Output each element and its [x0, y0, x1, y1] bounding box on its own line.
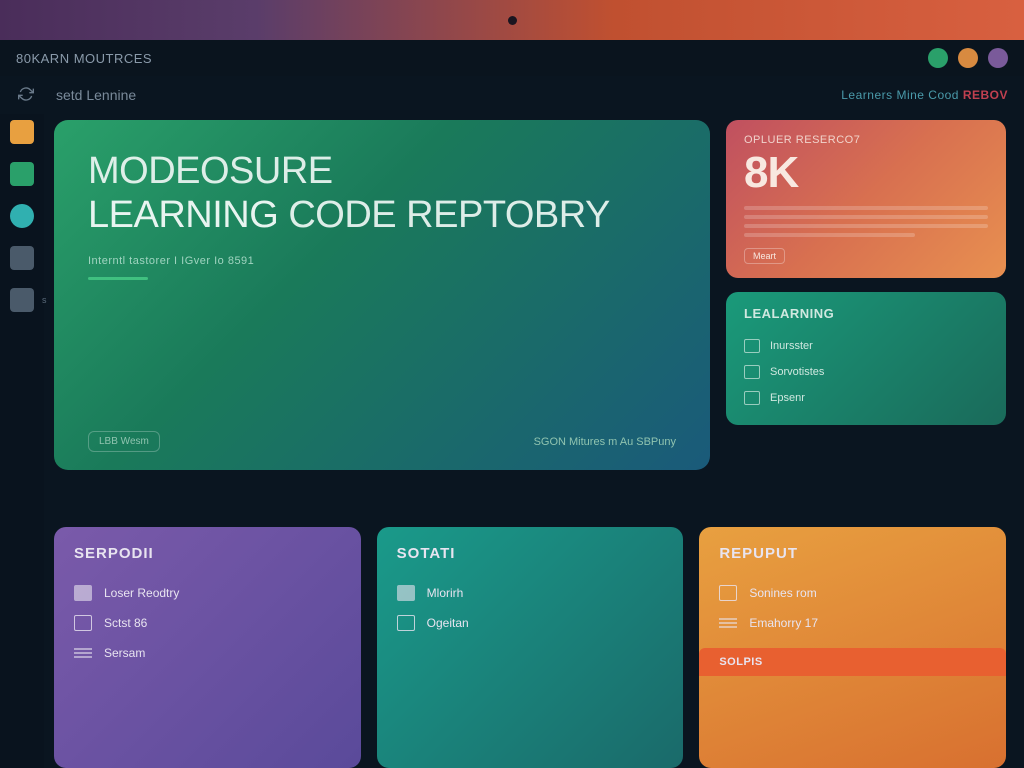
- panel-learning[interactable]: Lealarning Inursster Sorvotistes Epsenr: [726, 292, 1006, 425]
- folder-icon: [74, 585, 92, 601]
- hero-divider: [88, 277, 148, 280]
- cat-row[interactable]: Mlorirh: [397, 578, 664, 608]
- panel-row[interactable]: Epsenr: [744, 385, 988, 411]
- stat-value: 8K: [744, 148, 988, 198]
- category-card-sotati[interactable]: Sotati Mlorirh Ogeitan: [377, 527, 684, 768]
- panel-title: Lealarning: [744, 306, 988, 321]
- sidebar-item-1[interactable]: [10, 120, 34, 144]
- sub-header-right: Learners Mine Cood REBOV: [841, 88, 1008, 102]
- cat-row[interactable]: Emahorry 17: [719, 608, 986, 638]
- sidebar: s: [0, 114, 44, 768]
- category-card-repuput[interactable]: Repuput Sonines rom Emahorry 17 Solpis: [699, 527, 1006, 768]
- stat-chip[interactable]: Meart: [744, 248, 785, 264]
- hero-card[interactable]: Modeosure Learning Code Reptobry Internt…: [54, 120, 710, 470]
- sidebar-item-2[interactable]: [10, 162, 34, 186]
- cat-title: Repuput: [719, 545, 986, 562]
- cat-row[interactable]: Sctst 86: [74, 608, 341, 638]
- text-icon: [719, 615, 737, 631]
- hero-footer-text: SGON Mitures m Au SBPuny: [534, 436, 676, 448]
- chart-icon: [74, 615, 92, 631]
- hero-title: Modeosure Learning Code Reptobry: [88, 150, 676, 237]
- sidebar-item-4[interactable]: [10, 246, 34, 270]
- app-header: 80Karn Moutrces: [0, 40, 1024, 76]
- panel-row[interactable]: Inursster: [744, 333, 988, 359]
- lines-icon: [74, 645, 92, 661]
- status-dot-purple[interactable]: [988, 48, 1008, 68]
- stat-card[interactable]: Opluer Reserco7 8K Meart: [726, 120, 1006, 278]
- app-title: 80Karn Moutrces: [16, 51, 152, 66]
- box-icon: [744, 391, 760, 405]
- cat-row[interactable]: Sersam: [74, 638, 341, 668]
- breadcrumb: setd Lennine: [56, 87, 136, 103]
- sidebar-item-3[interactable]: [10, 204, 34, 228]
- stat-text-placeholder: [744, 206, 988, 237]
- sub-header: setd Lennine Learners Mine Cood REBOV: [0, 76, 1024, 114]
- refresh-icon[interactable]: [18, 86, 34, 105]
- camera-dot: [508, 16, 517, 25]
- hero-footer: LBB Wesm SGON Mitures m Au SBPuny: [88, 431, 676, 452]
- user-icon: [397, 585, 415, 601]
- stat-label: Opluer Reserco7: [744, 134, 988, 146]
- hero-subtitle: Interntl tastorer I IGver Io 8591: [88, 255, 676, 267]
- cat-row[interactable]: Loser Reodtry: [74, 578, 341, 608]
- status-dot-orange[interactable]: [958, 48, 978, 68]
- doc-icon: [744, 339, 760, 353]
- cat-row[interactable]: Sonines rom: [719, 578, 986, 608]
- sub-chip[interactable]: Solpis: [699, 648, 1006, 676]
- cat-row[interactable]: Ogeitan: [397, 608, 664, 638]
- list-icon: [744, 365, 760, 379]
- cat-title: Serpodii: [74, 545, 341, 562]
- window-icon: [719, 585, 737, 601]
- panel-row[interactable]: Sorvotistes: [744, 359, 988, 385]
- category-card-serpodii[interactable]: Serpodii Loser Reodtry Sctst 86 Sersam: [54, 527, 361, 768]
- cat-title: Sotati: [397, 545, 664, 562]
- sidebar-item-5[interactable]: s: [10, 288, 34, 312]
- header-actions: [928, 48, 1008, 68]
- status-dot-green[interactable]: [928, 48, 948, 68]
- hero-chip-left[interactable]: LBB Wesm: [88, 431, 160, 452]
- screen-icon: [397, 615, 415, 631]
- window-frame: [0, 0, 1024, 40]
